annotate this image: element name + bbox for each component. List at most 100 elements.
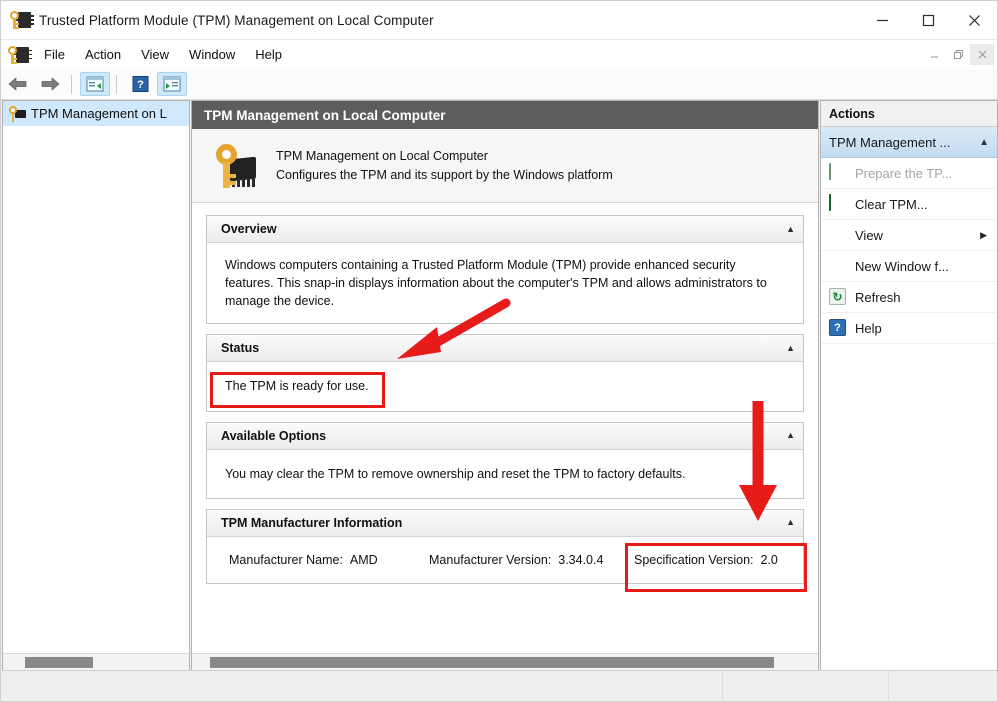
chevron-right-icon: ▶ [980,230,987,241]
action-new-window-label: New Window f... [855,259,949,274]
section-status-title: Status [221,341,259,355]
section-available-options-header[interactable]: Available Options ▲ [207,423,803,450]
window-title: Trusted Platform Module (TPM) Management… [39,13,434,28]
section-available-options-title: Available Options [221,429,326,443]
action-help-label: Help [855,321,882,336]
action-clear-tpm[interactable]: Clear TPM... [821,189,997,220]
mdi-restore-icon[interactable] [946,44,970,65]
tpm-key-chip-icon [8,105,26,123]
menu-help[interactable]: Help [246,44,291,65]
section-status: Status ▲ The TPM is ready for use. [206,334,804,411]
mdi-minimize-icon[interactable] [922,44,946,65]
content-hscrollbar-thumb[interactable] [210,657,774,668]
console-tree-pane: TPM Management on L [2,100,190,671]
content-pane: TPM Management on Local Computer TPM Man… [191,100,819,671]
available-options-text: You may clear the TPM to remove ownershi… [207,450,803,498]
window-tpm-key-chip-icon [9,9,31,31]
actions-group-label: TPM Management ... [829,135,950,150]
show-hide-action-pane-button[interactable] [157,72,187,96]
chevron-up-icon[interactable]: ▲ [979,137,989,148]
banner-subtitle: Configures the TPM and its support by th… [276,166,613,185]
action-view[interactable]: View ▶ [821,220,997,251]
section-overview-title: Overview [221,222,277,236]
chevron-up-icon[interactable]: ▲ [786,344,795,353]
manufacturer-info-row: Manufacturer Name: AMD Manufacturer Vers… [207,537,803,583]
manufacturer-name-field: Manufacturer Name: AMD [229,553,429,567]
specification-version-field: Specification Version: 2.0 [634,553,778,567]
sidebar-item-tpm-management[interactable]: TPM Management on L [3,101,189,126]
section-tpm-manufacturer-header[interactable]: TPM Manufacturer Information ▲ [207,510,803,537]
section-overview: Overview ▲ Windows computers containing … [206,215,804,324]
refresh-icon: ↻ [829,288,847,306]
content-header: TPM Management on Local Computer [192,101,818,129]
maximize-icon[interactable] [905,1,951,40]
manufacturer-version-label: Manufacturer Version: [429,553,551,567]
toolbar-separator [71,75,72,94]
back-button[interactable] [3,72,33,96]
tpm-management-window: Trusted Platform Module (TPM) Management… [0,0,998,702]
section-status-header[interactable]: Status ▲ [207,335,803,362]
tree-hscrollbar[interactable] [3,653,189,670]
help-icon: ? [829,319,847,337]
manufacturer-version-field: Manufacturer Version: 3.34.0.4 [429,553,634,567]
chevron-up-icon[interactable]: ▲ [786,518,795,527]
banner-title: TPM Management on Local Computer [276,147,613,166]
green-arrow-icon [829,195,847,213]
forward-button[interactable] [35,72,65,96]
title-bar: Trusted Platform Module (TPM) Management… [1,1,997,40]
toolbar: ? [1,69,997,100]
manufacturer-name-value: AMD [350,553,378,567]
manufacturer-name-label: Manufacturer Name: [229,553,343,567]
menu-view[interactable]: View [132,44,178,65]
status-text: The TPM is ready for use. [207,362,803,410]
action-refresh-label: Refresh [855,290,901,305]
no-icon-placeholder [829,257,847,275]
section-available-options: Available Options ▲ You may clear the TP… [206,422,804,499]
chevron-up-icon[interactable]: ▲ [786,431,795,440]
tpm-key-chip-icon [210,142,262,190]
specification-version-value: 2.0 [760,553,777,567]
action-prepare-the-tpm-label: Prepare the TP... [855,166,952,181]
manufacturer-version-value: 3.34.0.4 [558,553,603,567]
chevron-up-icon[interactable]: ▲ [786,225,795,234]
mdi-window-controls [922,44,997,65]
mdi-close-icon[interactable] [970,44,994,65]
toolbar-separator-2 [116,75,117,94]
menu-bar: File Action View Window Help [1,40,997,69]
show-hide-console-tree-button[interactable] [80,72,110,96]
status-bar-segment-1 [2,671,723,700]
specification-version-label: Specification Version: [634,553,754,567]
section-overview-header[interactable]: Overview ▲ [207,216,803,243]
actions-group-tpm-management[interactable]: TPM Management ... ▲ [821,127,997,158]
svg-text:?: ? [137,79,144,91]
menu-action[interactable]: Action [76,44,130,65]
section-overview-body: Windows computers containing a Trusted P… [207,243,803,323]
sidebar-item-label: TPM Management on L [31,106,167,121]
menubar-tpm-key-chip-icon [7,44,29,66]
action-view-label: View [855,228,883,243]
action-help[interactable]: ? Help [821,313,997,344]
tree-hscrollbar-thumb[interactable] [25,657,93,668]
menu-window[interactable]: Window [180,44,244,65]
content-hscrollbar[interactable] [192,653,818,670]
status-bar-segment-2 [723,671,889,700]
no-icon-placeholder [829,226,847,244]
section-tpm-manufacturer-information: TPM Manufacturer Information ▲ Manufactu… [206,509,804,584]
minimize-icon[interactable] [859,1,905,40]
green-arrow-icon [829,164,847,182]
section-tpm-manufacturer-title: TPM Manufacturer Information [221,516,402,530]
status-bar-segment-3 [889,671,994,700]
content-banner: TPM Management on Local Computer Configu… [192,129,818,203]
action-prepare-the-tpm[interactable]: Prepare the TP... [821,158,997,189]
action-clear-tpm-label: Clear TPM... [855,197,928,212]
actions-title: Actions [821,101,997,127]
help-button[interactable]: ? [125,72,155,96]
action-refresh[interactable]: ↻ Refresh [821,282,997,313]
action-new-window-from-here[interactable]: New Window f... [821,251,997,282]
status-bar [2,670,996,700]
content-body: Overview ▲ Windows computers containing … [192,203,818,584]
window-controls [859,1,997,40]
close-icon[interactable] [951,1,997,40]
actions-pane: Actions TPM Management ... ▲ Prepare the… [820,100,998,671]
menu-file[interactable]: File [35,44,74,65]
